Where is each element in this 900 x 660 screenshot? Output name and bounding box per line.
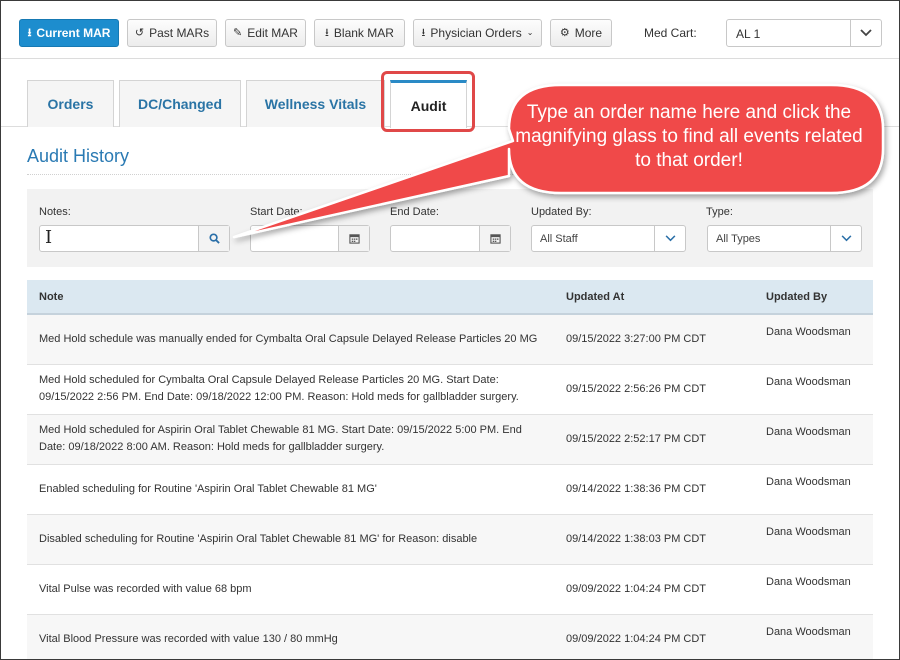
chevron-down-icon: ⌄ [526, 28, 534, 37]
note-cell: Vital Pulse was recorded with value 68 b… [27, 564, 554, 615]
updated-at-cell: 09/14/2022 1:38:36 PM CDT [554, 464, 754, 515]
chevron-down-icon [830, 226, 861, 251]
pencil-icon: ✎ [233, 26, 243, 39]
chevron-down-icon [850, 20, 881, 46]
table-row: Med Hold schedule was manually ended for… [27, 314, 873, 365]
calendar-icon [489, 234, 501, 244]
audit-table: Note Updated At Updated By Med Hold sche… [27, 280, 873, 659]
text-cursor-icon: I [45, 227, 53, 248]
updated-at-cell: 09/15/2022 2:52:17 PM CDT [554, 414, 754, 465]
search-icon [208, 233, 220, 244]
chevron-down-icon [654, 226, 685, 251]
updated-by-label: Updated By: [531, 206, 592, 218]
type-label: Type: [706, 206, 733, 218]
updated-at-cell: 09/09/2022 1:04:24 PM CDT [554, 564, 754, 615]
column-header-updated-at[interactable]: Updated At [554, 280, 754, 315]
calendar-icon [348, 234, 360, 244]
note-cell: Med Hold schedule was manually ended for… [27, 314, 554, 365]
note-cell: Vital Blood Pressure was recorded with v… [27, 614, 554, 659]
toolbar: ⭳ Current MAR ↺ Past MARs ✎ Edit MAR ⭳ B… [1, 1, 899, 59]
table-row: Vital Pulse was recorded with value 68 b… [27, 564, 873, 615]
calendar-button[interactable] [338, 226, 369, 251]
callout-text: Type an order name here and click the ma… [515, 102, 863, 171]
physician-orders-dropdown[interactable]: ⭳ Physician Orders ⌄ [413, 19, 542, 47]
blank-mar-button[interactable]: ⭳ Blank MAR [314, 19, 405, 47]
column-header-note[interactable]: Note [27, 280, 554, 315]
tab-dc-changed[interactable]: DC/Changed [119, 80, 241, 127]
app-window: ⭳ Current MAR ↺ Past MARs ✎ Edit MAR ⭳ B… [0, 0, 900, 660]
updated-at-cell: 09/09/2022 1:04:24 PM CDT [554, 614, 754, 659]
updated-by-cell: Dana Woodsman [754, 414, 873, 465]
column-header-updated-by[interactable]: Updated By [754, 280, 873, 315]
updated-by-cell: Dana Woodsman [754, 564, 873, 615]
updated-by-cell: Dana Woodsman [754, 314, 873, 365]
updated-by-cell: Dana Woodsman [754, 364, 873, 415]
edit-mar-button[interactable]: ✎ Edit MAR [225, 19, 306, 47]
notes-input[interactable] [40, 226, 198, 251]
note-cell: Med Hold scheduled for Aspirin Oral Tabl… [27, 414, 554, 465]
table-row: Disabled scheduling for Routine 'Aspirin… [27, 514, 873, 565]
audit-tab-highlight [381, 71, 475, 132]
more-button[interactable]: ⚙ More [550, 19, 612, 47]
updated-by-select[interactable]: All Staff [531, 225, 686, 252]
download-icon: ⭳ [27, 26, 32, 39]
page-title: Audit History [27, 146, 130, 166]
tab-orders[interactable]: Orders [27, 80, 114, 127]
table-row: Med Hold scheduled for Cymbalta Oral Cap… [27, 364, 873, 415]
calendar-button[interactable] [479, 226, 510, 251]
end-date-field[interactable] [390, 225, 511, 252]
note-cell: Disabled scheduling for Routine 'Aspirin… [27, 514, 554, 565]
med-cart-label: Med Cart: [644, 26, 697, 40]
end-date-label: End Date: [390, 206, 439, 218]
start-date-label: Start Date: [250, 206, 303, 218]
tab-wellness-vitals[interactable]: Wellness Vitals [246, 80, 385, 127]
search-button[interactable] [198, 226, 229, 251]
updated-at-cell: 09/14/2022 1:38:03 PM CDT [554, 514, 754, 565]
table-row: Enabled scheduling for Routine 'Aspirin … [27, 464, 873, 515]
download-icon: ⭳ [421, 26, 426, 39]
notes-label: Notes: [39, 206, 71, 218]
gear-icon: ⚙ [559, 26, 570, 39]
type-value: All Types [716, 233, 761, 245]
med-cart-value: AL 1 [736, 27, 761, 41]
table-row: Med Hold scheduled for Aspirin Oral Tabl… [27, 414, 873, 465]
updated-at-cell: 09/15/2022 3:27:00 PM CDT [554, 314, 754, 365]
note-cell: Enabled scheduling for Routine 'Aspirin … [27, 464, 554, 515]
current-mar-button[interactable]: ⭳ Current MAR [19, 19, 119, 47]
filter-panel: Notes: Start Date: End Date: Updated By:… [27, 189, 873, 267]
note-cell: Med Hold scheduled for Cymbalta Oral Cap… [27, 364, 554, 415]
updated-by-cell: Dana Woodsman [754, 514, 873, 565]
download-icon: ⭳ [325, 26, 329, 39]
type-select[interactable]: All Types [707, 225, 862, 252]
table-row: Vital Blood Pressure was recorded with v… [27, 614, 873, 659]
past-mars-button[interactable]: ↺ Past MARs [127, 19, 217, 47]
notes-field[interactable] [39, 225, 230, 252]
history-icon: ↺ [134, 26, 145, 39]
updated-by-value: All Staff [540, 233, 578, 245]
start-date-field[interactable] [250, 225, 370, 252]
med-cart-select[interactable]: AL 1 [726, 19, 882, 47]
updated-at-cell: 09/15/2022 2:56:26 PM CDT [554, 364, 754, 415]
table-header-row: Note Updated At Updated By [27, 280, 873, 315]
updated-by-cell: Dana Woodsman [754, 464, 873, 515]
updated-by-cell: Dana Woodsman [754, 614, 873, 659]
